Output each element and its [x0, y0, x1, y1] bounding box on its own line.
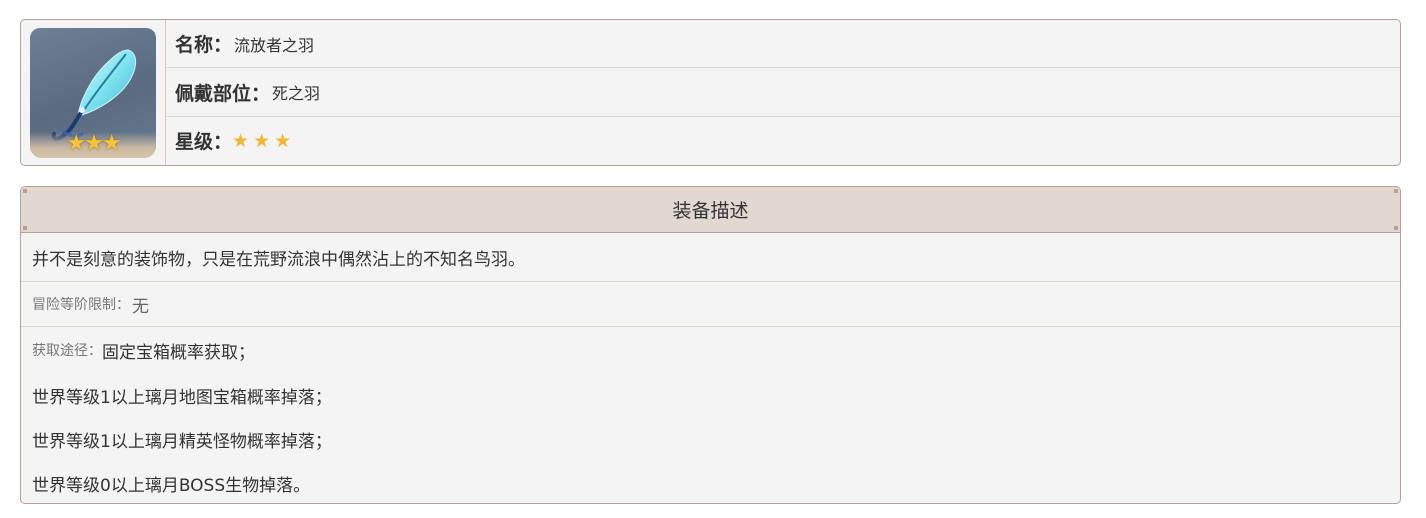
item-image: ★★★: [30, 28, 156, 158]
source-line: 获取途径： 固定宝箱概率获取；: [32, 327, 1400, 373]
name-label: 名称：: [175, 34, 233, 57]
item-name: 流放者之羽: [234, 35, 315, 55]
name-row: 名称： 流放者之羽: [166, 20, 1400, 69]
star-icon: ★: [84, 131, 104, 156]
item-info-card: ★★★ 名称： 流放者之羽 佩戴部位： 死之羽 星级： ★ ★ ★: [20, 19, 1401, 166]
source-block: 获取途径： 固定宝箱概率获取； 世界等级1以上璃月地图宝箱概率掉落； 世界等级1…: [21, 327, 1400, 503]
description-text: 并不是刻意的装饰物，只是在荒野流浪中偶然沾上的不知名鸟羽。: [32, 249, 525, 270]
source-line: 世界等级1以上璃月地图宝箱概率掉落；: [32, 373, 1400, 417]
rarity-row: 星级： ★ ★ ★: [166, 117, 1400, 165]
source-line: 世界等级0以上璃月BOSS生物掉落。: [32, 461, 1400, 503]
corner-dot: [23, 189, 27, 193]
source-text: 世界等级1以上璃月地图宝箱概率掉落；: [32, 387, 332, 408]
description-title: 装备描述: [672, 200, 749, 222]
star-icon: ★: [274, 129, 292, 152]
slot-row: 佩戴部位： 死之羽: [166, 68, 1400, 117]
corner-dot: [1394, 189, 1398, 193]
item-icon-cell: ★★★: [21, 20, 166, 165]
rarity-stars-overlay: ★★★: [30, 131, 156, 156]
source-text: 世界等级1以上璃月精英怪物概率掉落；: [32, 431, 332, 452]
star-icon: ★: [253, 129, 271, 152]
level-limit-value: 无: [132, 296, 149, 317]
description-card: 装备描述 并不是刻意的装饰物，只是在荒野流浪中偶然沾上的不知名鸟羽。 冒险等阶限…: [20, 186, 1401, 504]
level-limit-row: 冒险等阶限制： 无: [21, 282, 1400, 327]
corner-dot: [1394, 226, 1398, 230]
star-icon: ★: [66, 131, 86, 156]
corner-dot: [23, 226, 27, 230]
source-text: 世界等级0以上璃月BOSS生物掉落。: [32, 475, 311, 496]
description-header: 装备描述: [21, 187, 1400, 233]
star-icon: ★: [101, 131, 122, 156]
source-text: 固定宝箱概率获取；: [102, 342, 255, 363]
item-slot: 死之羽: [272, 84, 321, 104]
source-label: 获取途径：: [32, 343, 102, 359]
slot-label: 佩戴部位：: [175, 82, 271, 105]
rarity-stars: ★ ★ ★: [232, 130, 295, 152]
rarity-label: 星级：: [175, 131, 233, 154]
source-line: 世界等级1以上璃月精英怪物概率掉落；: [32, 417, 1400, 461]
level-limit-label: 冒险等阶限制：: [32, 297, 130, 313]
description-text-row: 并不是刻意的装饰物，只是在荒野流浪中偶然沾上的不知名鸟羽。: [21, 233, 1400, 282]
star-icon: ★: [232, 129, 250, 152]
item-info-rows: 名称： 流放者之羽 佩戴部位： 死之羽 星级： ★ ★ ★: [166, 20, 1400, 165]
